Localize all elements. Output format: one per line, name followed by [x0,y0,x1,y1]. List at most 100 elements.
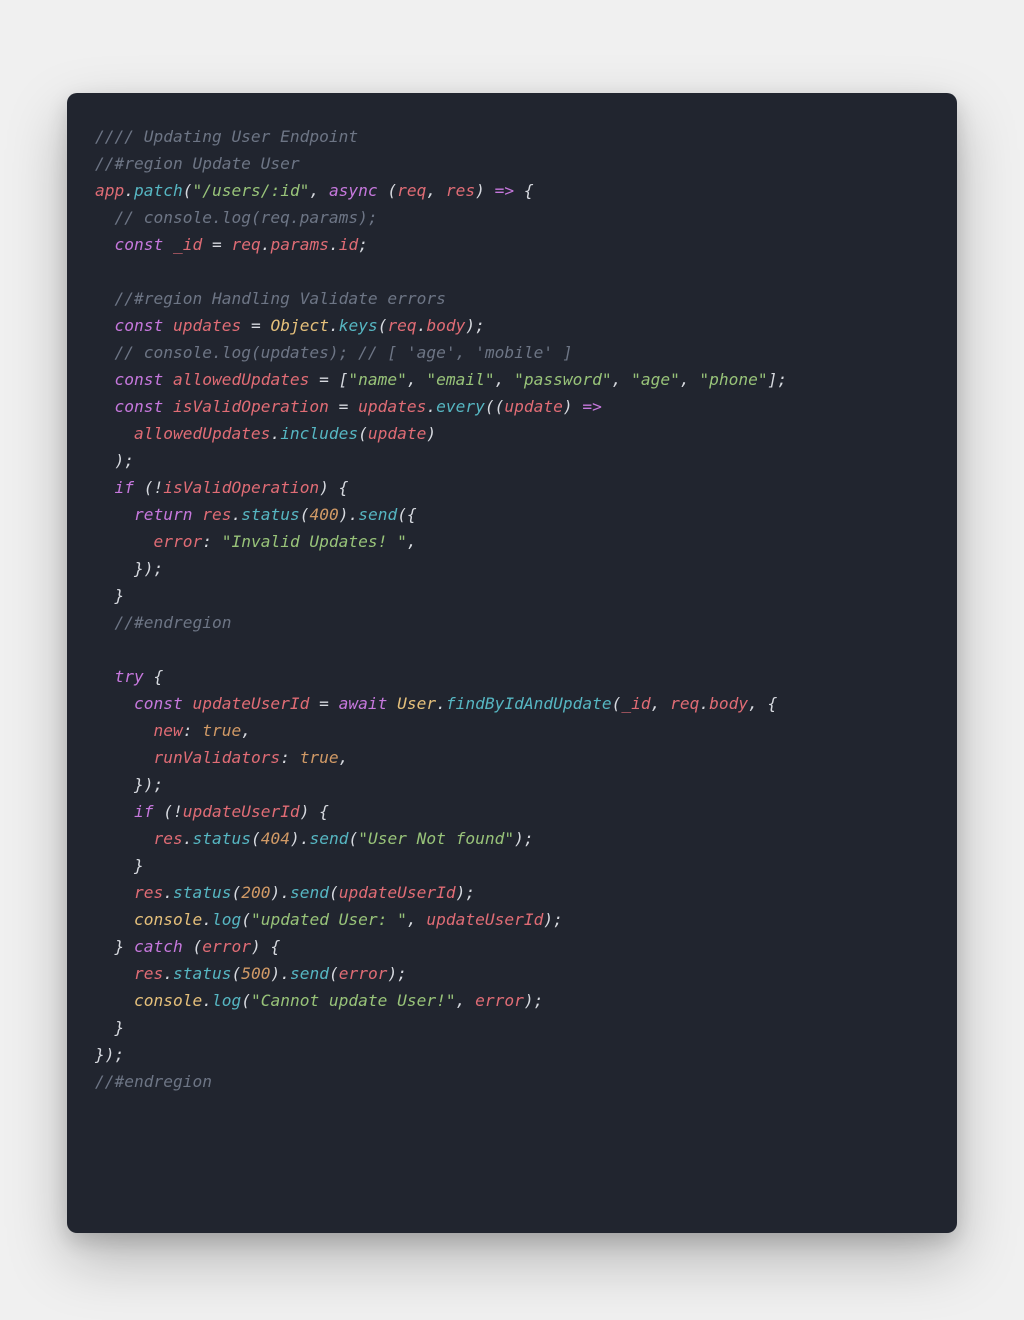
code-token: runValidators [153,748,280,767]
code-token: //#endregion [95,1072,212,1091]
code-token: //// Updating User Endpoint [95,127,358,146]
code-token: ( [231,883,241,902]
code-token: : [202,532,222,551]
code-token: ( [348,829,358,848]
code-token: const [115,316,164,335]
code-token [95,667,115,686]
code-token: req [231,235,260,254]
code-token [163,397,173,416]
code-token: keys [339,316,378,335]
code-token: true [202,721,241,740]
code-token: res [134,964,163,983]
code-token: // console.log(updates); // [ 'age', 'mo… [115,343,573,362]
code-line: return res.status(400).send({ [95,505,417,524]
code-token: "Cannot update User!" [251,991,456,1010]
code-token: console [134,991,202,1010]
code-token: includes [280,424,358,443]
code-token: , [339,748,349,767]
code-token: (! [134,478,163,497]
code-token [163,370,173,389]
code-token: , [651,694,671,713]
code-token: . [202,991,212,1010]
code-token: ( [329,883,339,902]
code-token: , [680,370,700,389]
code-token: ); [387,964,407,983]
code-token: id [339,235,359,254]
code-token: req [387,316,416,335]
code-line: console.log("updated User: ", updateUser… [95,910,563,929]
code-token: patch [134,181,183,200]
code-token: const [115,397,164,416]
code-line: if (!updateUserId) { [95,802,329,821]
code-token: res [446,181,475,200]
code-token: //#endregion [115,613,232,632]
code-token: }); [95,1045,124,1064]
code-token: => [582,397,602,416]
code-token: , [426,181,446,200]
code-token: await [339,694,388,713]
code-token: send [290,964,329,983]
code-token [95,289,115,308]
code-token: new [153,721,182,740]
code-token [95,964,134,983]
code-token: : [280,748,300,767]
code-line: // console.log(req.params); [95,208,378,227]
code-line: ); [95,451,134,470]
code-token: return [134,505,192,524]
code-token: ); [543,910,563,929]
code-token: { [514,181,534,200]
code-token: , [407,532,417,551]
code-token: try [115,667,144,686]
code-token: => [495,181,515,200]
code-token: ( [183,937,203,956]
code-token: . [163,883,173,902]
code-token: , [612,370,632,389]
code-token [163,235,173,254]
code-token: //#region Handling Validate errors [115,289,446,308]
code-token: (! [153,802,182,821]
code-token: findByIdAndUpdate [446,694,612,713]
code-token: . [426,397,436,416]
code-token: //#region Update User [95,154,300,173]
code-token: . [329,316,339,335]
code-token: ( [329,964,339,983]
code-token: . [436,694,446,713]
code-block[interactable]: //// Updating User Endpoint //#region Up… [95,123,929,1095]
code-token: ( [241,991,251,1010]
code-token: ) [475,181,495,200]
code-line: const updates = Object.keys(req.body); [95,316,485,335]
code-token: ( [378,181,398,200]
code-token [95,991,134,1010]
code-line [95,262,105,281]
code-token: Object [270,316,328,335]
code-token: _id [621,694,650,713]
code-token: req [670,694,699,713]
code-token: // console.log(req.params); [115,208,378,227]
code-line: }); [95,559,163,578]
code-token: = [ [309,370,348,389]
code-token: ( [300,505,310,524]
code-line: console.log("Cannot update User!", error… [95,991,543,1010]
code-line: //#region Handling Validate errors [95,289,446,308]
code-token: ( [231,964,241,983]
code-token: , [407,370,427,389]
code-token: . [124,181,134,200]
code-line: //// Updating User Endpoint [95,127,358,146]
code-token [95,343,115,362]
code-token: status [241,505,299,524]
code-token: . [417,316,427,335]
code-line: // console.log(updates); // [ 'age', 'mo… [95,343,573,362]
code-token: req [397,181,426,200]
code-token: "/users/:id" [192,181,309,200]
code-token [95,208,115,227]
code-line: } [95,856,144,875]
code-line: const allowedUpdates = ["name", "email",… [95,370,787,389]
code-token: ). [339,505,359,524]
code-token: ); [524,991,544,1010]
code-token [95,613,115,632]
code-token: error [202,937,251,956]
code-token: if [115,478,135,497]
code-token [95,721,153,740]
code-token: isValidOperation [163,478,319,497]
code-token: , [495,370,515,389]
